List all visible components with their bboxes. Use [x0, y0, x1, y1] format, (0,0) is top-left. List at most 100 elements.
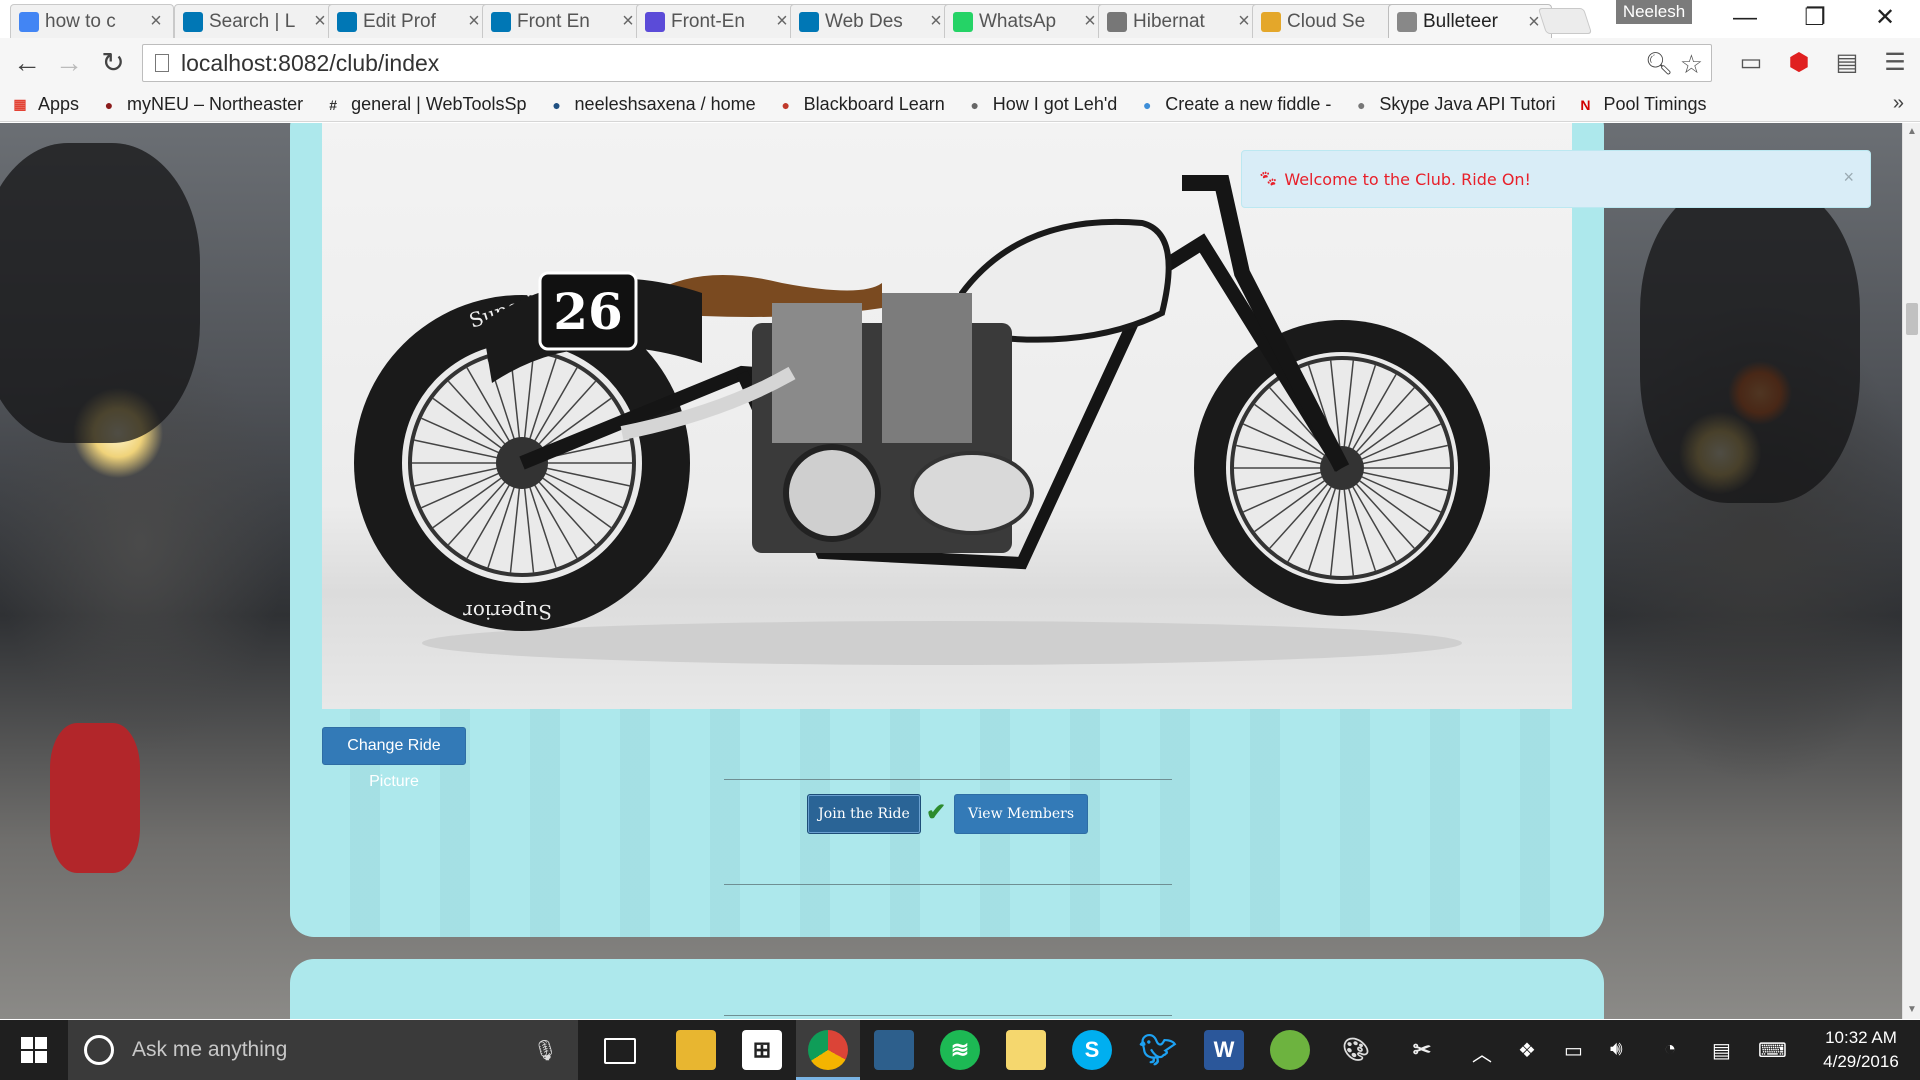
- tab-close-icon[interactable]: ×: [927, 10, 945, 33]
- forward-arrow-icon[interactable]: →: [52, 46, 86, 80]
- twitter-icon[interactable]: 🐦︎: [1138, 1030, 1178, 1070]
- bookmark-label: Create a new fiddle -: [1165, 94, 1332, 114]
- chrome-icon[interactable]: [808, 1030, 848, 1070]
- scroll-up-icon[interactable]: ▲: [1903, 123, 1920, 141]
- bitbucket-icon: ●: [552, 96, 561, 113]
- tab-close-icon[interactable]: ×: [311, 10, 329, 33]
- linkedin-icon: [183, 11, 203, 32]
- new-tab-button[interactable]: [1537, 8, 1593, 34]
- change-ride-picture-button[interactable]: Change Ride Picture: [322, 727, 466, 790]
- skype-icon[interactable]: S: [1072, 1030, 1112, 1070]
- mysql-workbench-icon[interactable]: [874, 1030, 914, 1070]
- bookmarks-bar: ▦ Apps ● myNEU – Northeaster # general | WebT…: [0, 88, 1920, 122]
- tab-title: Hibernat: [1133, 10, 1205, 32]
- paw-icon: ●: [104, 96, 114, 113]
- bookmark-label: Skype Java API Tutori: [1379, 94, 1556, 114]
- motorcycle-illustration: Superior Superior: [354, 175, 1490, 665]
- back-arrow-icon[interactable]: ←: [10, 46, 44, 80]
- tab-close-icon[interactable]: ×: [465, 10, 483, 33]
- tab-close-icon[interactable]: ×: [147, 10, 165, 33]
- start-button[interactable]: [0, 1020, 68, 1080]
- browser-tab[interactable]: how to c ×: [10, 4, 174, 38]
- linkedin-icon: [799, 11, 819, 32]
- store-icon[interactable]: ⊞: [742, 1030, 782, 1070]
- bookmark-item[interactable]: ● Create a new fiddle -: [1137, 94, 1331, 115]
- battery-icon[interactable]: ▭: [1564, 1038, 1583, 1063]
- page-icon: [155, 54, 169, 72]
- dropbox-icon[interactable]: ❖: [1518, 1038, 1536, 1063]
- background-fender: [50, 723, 140, 873]
- tab-close-icon[interactable]: ×: [1081, 10, 1099, 33]
- file-explorer-icon[interactable]: [676, 1030, 716, 1070]
- page-icon: ●: [1357, 96, 1366, 113]
- jsfiddle-icon: ●: [1143, 96, 1152, 113]
- bookmark-item[interactable]: ▦ Apps: [10, 94, 79, 115]
- blackboard-icon: ●: [781, 96, 790, 113]
- bookmark-label: general | WebToolsSp: [351, 94, 527, 114]
- zoom-icon[interactable]: 🔍︎: [1645, 51, 1673, 77]
- tab-close-icon[interactable]: ×: [619, 10, 637, 33]
- bookmark-item[interactable]: ● How I got Leh'd: [965, 94, 1118, 115]
- bookmarks-overflow-icon[interactable]: »: [1893, 92, 1904, 115]
- browser-tab[interactable]: Web Des ×: [790, 4, 954, 38]
- adblock-icon[interactable]: ⬢: [1784, 48, 1814, 78]
- minimize-icon[interactable]: —: [1710, 0, 1780, 36]
- tab-close-icon[interactable]: ×: [773, 10, 791, 33]
- system-clock[interactable]: 10:32 AM 4/29/2016: [1816, 1026, 1906, 1074]
- cast-icon[interactable]: ▭: [1736, 48, 1766, 78]
- scroll-down-icon[interactable]: ▼: [1903, 1001, 1920, 1019]
- bookmark-item[interactable]: # general | WebToolsSp: [323, 94, 526, 115]
- bookmark-label: myNEU – Northeaster: [127, 94, 304, 114]
- sticky-notes-icon[interactable]: [1006, 1030, 1046, 1070]
- alert-close-icon[interactable]: ×: [1843, 167, 1854, 188]
- task-view-icon[interactable]: [604, 1038, 636, 1064]
- browser-tab[interactable]: Search | L ×: [174, 4, 338, 38]
- address-bar[interactable]: localhost:8082/club/index 🔍︎ ☆: [142, 44, 1712, 82]
- checkmark-icon: ✔: [926, 799, 947, 826]
- google-icon: [19, 11, 39, 32]
- menu-icon[interactable]: ☰: [1880, 48, 1910, 78]
- browser-tab[interactable]: Edit Prof ×: [328, 4, 492, 38]
- volume-icon[interactable]: 🔊︎: [1610, 1038, 1623, 1061]
- bookmark-label: Blackboard Learn: [803, 94, 945, 114]
- bookmark-item[interactable]: ● neeleshsaxena / home: [547, 94, 755, 115]
- divider: [724, 1015, 1172, 1016]
- close-window-icon[interactable]: ✕: [1850, 0, 1920, 36]
- scrollbar-thumb[interactable]: [1906, 303, 1918, 335]
- profile-badge[interactable]: Neelesh: [1616, 0, 1692, 24]
- view-members-button[interactable]: View Members: [954, 794, 1088, 834]
- browser-tab[interactable]: Hibernat ×: [1098, 4, 1262, 38]
- page-scrollbar[interactable]: ▲ ▼: [1902, 123, 1920, 1019]
- club-panel: Superior Superior: [290, 123, 1604, 937]
- join-ride-button[interactable]: Join the Ride: [807, 794, 921, 834]
- browser-tab[interactable]: Front En ×: [482, 4, 646, 38]
- bookmark-item[interactable]: ● myNEU – Northeaster: [99, 94, 303, 115]
- browser-tab[interactable]: Front-En ×: [636, 4, 800, 38]
- spring-tool-suite-icon[interactable]: [1270, 1030, 1310, 1070]
- restore-icon[interactable]: ❐: [1780, 0, 1850, 36]
- tab-close-icon[interactable]: ×: [1235, 10, 1253, 33]
- microphone-icon[interactable]: 🎙︎: [533, 1038, 558, 1063]
- browser-tab[interactable]: Bulleteer ×: [1388, 4, 1552, 39]
- paint-icon[interactable]: 🎨︎: [1336, 1030, 1376, 1070]
- spotify-icon[interactable]: ≋: [940, 1030, 980, 1070]
- bookmark-item[interactable]: ● Blackboard Learn: [776, 94, 945, 115]
- show-hidden-icons-icon[interactable]: ︿: [1472, 1038, 1492, 1067]
- extension-icon[interactable]: ▤: [1832, 48, 1862, 78]
- reload-icon[interactable]: ↻: [96, 46, 130, 80]
- bookmark-item[interactable]: ● Skype Java API Tutori: [1351, 94, 1555, 115]
- keyboard-icon[interactable]: ⌨: [1758, 1038, 1787, 1063]
- wifi-icon[interactable]: ◔: [1664, 1038, 1676, 1061]
- browser-tab[interactable]: WhatsAp ×: [944, 4, 1108, 38]
- bookmark-item[interactable]: N Pool Timings: [1575, 94, 1706, 115]
- apps-grid-icon: ▦: [13, 96, 27, 112]
- bookmark-star-icon[interactable]: ☆: [1680, 49, 1703, 80]
- action-center-icon[interactable]: ▤: [1712, 1038, 1731, 1063]
- cortana-search[interactable]: Ask me anything 🎙︎: [68, 1020, 578, 1080]
- snipping-tool-icon[interactable]: ✂: [1402, 1030, 1442, 1070]
- word-icon[interactable]: W: [1204, 1030, 1244, 1070]
- search-placeholder[interactable]: Ask me anything: [132, 1038, 287, 1062]
- slack-hash-icon: #: [329, 96, 337, 113]
- address-url[interactable]: localhost:8082/club/index: [181, 50, 439, 77]
- paw-icon: 🐾︎: [1258, 171, 1279, 188]
